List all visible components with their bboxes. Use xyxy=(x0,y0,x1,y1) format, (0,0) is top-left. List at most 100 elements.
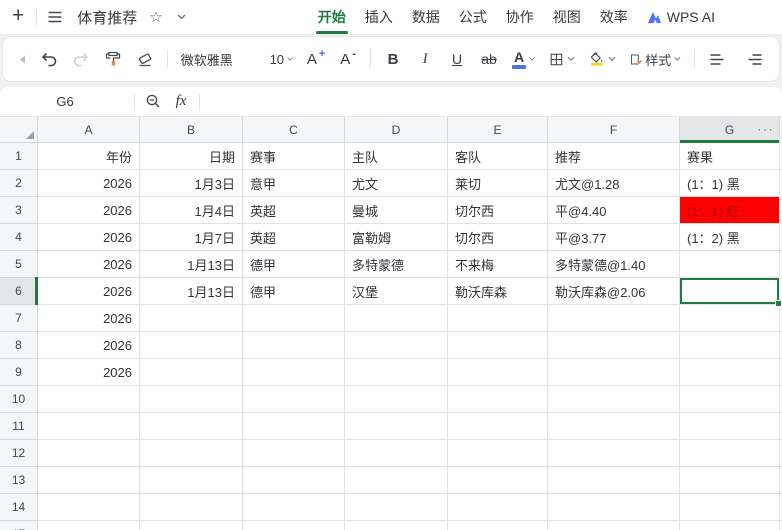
cell-G14[interactable] xyxy=(680,494,780,521)
cell-A4[interactable]: 2026 xyxy=(38,224,140,251)
cell-E9[interactable] xyxy=(448,359,548,386)
redo-button[interactable] xyxy=(67,43,95,75)
cell-D4[interactable]: 富勒姆 xyxy=(345,224,448,251)
increase-font-button[interactable]: A + xyxy=(302,43,330,75)
cell-C7[interactable] xyxy=(243,305,345,332)
cell-D10[interactable] xyxy=(345,386,448,413)
cell-G10[interactable] xyxy=(680,386,780,413)
cell-G11[interactable] xyxy=(680,413,780,440)
align-center-button[interactable] xyxy=(741,43,769,75)
font-color-button[interactable]: A xyxy=(507,43,540,75)
row-header-1[interactable]: 1 xyxy=(0,143,38,170)
column-more-icon[interactable]: ··· xyxy=(757,120,774,136)
eraser-button[interactable] xyxy=(131,43,159,75)
cell-A5[interactable]: 2026 xyxy=(38,251,140,278)
decrease-font-button[interactable]: A- xyxy=(334,43,362,75)
cell-A7[interactable]: 2026 xyxy=(38,305,140,332)
row-header-4[interactable]: 4 xyxy=(0,224,38,251)
cell-F10[interactable] xyxy=(548,386,680,413)
cell-G8[interactable] xyxy=(680,332,780,359)
tab-view[interactable]: 视图 xyxy=(553,0,581,34)
cell-E7[interactable] xyxy=(448,305,548,332)
cell-B15[interactable] xyxy=(140,521,243,530)
cell-B11[interactable] xyxy=(140,413,243,440)
cell-C11[interactable] xyxy=(243,413,345,440)
cell-B10[interactable] xyxy=(140,386,243,413)
cell-A13[interactable] xyxy=(38,467,140,494)
align-left-button[interactable] xyxy=(703,43,731,75)
column-header-C[interactable]: C xyxy=(243,117,345,143)
column-header-E[interactable]: E xyxy=(448,117,548,143)
row-header-15[interactable]: 15 xyxy=(0,521,38,530)
cell-G4[interactable]: (1：2) 黑 xyxy=(680,224,780,251)
cell-G1[interactable]: 赛果 xyxy=(680,143,780,170)
bold-button[interactable]: B xyxy=(379,43,407,75)
cell-A14[interactable] xyxy=(38,494,140,521)
row-header-6[interactable]: 6 xyxy=(0,277,38,305)
cell-G15[interactable] xyxy=(680,521,780,530)
cell-B1[interactable]: 日期 xyxy=(140,143,243,170)
font-size-select[interactable]: 10 xyxy=(265,43,299,75)
cell-G9[interactable] xyxy=(680,359,780,386)
favorite-button[interactable]: ☆ xyxy=(145,8,166,27)
cell-G13[interactable] xyxy=(680,467,780,494)
cell-D12[interactable] xyxy=(345,440,448,467)
row-header-8[interactable]: 8 xyxy=(0,332,38,359)
cell-E2[interactable]: 莱切 xyxy=(448,170,548,197)
cell-D3[interactable]: 曼城 xyxy=(345,197,448,224)
cell-A1[interactable]: 年份 xyxy=(38,143,140,170)
cell-E14[interactable] xyxy=(448,494,548,521)
column-header-F[interactable]: F xyxy=(548,117,680,143)
cell-C5[interactable]: 德甲 xyxy=(243,251,345,278)
cell-E10[interactable] xyxy=(448,386,548,413)
cell-G6[interactable] xyxy=(680,278,782,307)
cell-styles-button[interactable]: 样式 xyxy=(625,43,687,75)
cell-E15[interactable] xyxy=(448,521,548,530)
column-header-A[interactable]: A xyxy=(38,117,140,143)
cell-B5[interactable]: 1月13日 xyxy=(140,251,243,278)
cell-C13[interactable] xyxy=(243,467,345,494)
cell-A12[interactable] xyxy=(38,440,140,467)
cell-A15[interactable] xyxy=(38,521,140,530)
cell-B13[interactable] xyxy=(140,467,243,494)
format-painter-button[interactable] xyxy=(99,43,127,75)
cell-A3[interactable]: 2026 xyxy=(38,197,140,224)
insert-function-button[interactable]: fx xyxy=(167,86,195,118)
fill-handle[interactable] xyxy=(775,300,782,307)
cell-D2[interactable]: 尤文 xyxy=(345,170,448,197)
row-header-9[interactable]: 9 xyxy=(0,359,38,386)
cell-B4[interactable]: 1月7日 xyxy=(140,224,243,251)
cell-F4[interactable]: 平@3.77 xyxy=(548,224,680,251)
cell-B2[interactable]: 1月3日 xyxy=(140,170,243,197)
row-header-11[interactable]: 11 xyxy=(0,413,38,440)
cell-F6[interactable]: 勒沃库森@2.06 xyxy=(548,278,680,305)
font-name-select[interactable]: 微软雅黑 xyxy=(176,43,261,75)
column-header-B[interactable]: B xyxy=(140,117,243,143)
cell-G2[interactable]: (1：1) 黑 xyxy=(680,170,780,197)
row-header-12[interactable]: 12 xyxy=(0,440,38,467)
cell-A8[interactable]: 2026 xyxy=(38,332,140,359)
cell-A9[interactable]: 2026 xyxy=(38,359,140,386)
borders-button[interactable] xyxy=(544,43,580,75)
cell-C15[interactable] xyxy=(243,521,345,530)
cell-F7[interactable] xyxy=(548,305,680,332)
cell-B12[interactable] xyxy=(140,440,243,467)
tab-collaboration[interactable]: 协作 xyxy=(506,0,534,34)
row-header-10[interactable]: 10 xyxy=(0,386,38,413)
cell-C2[interactable]: 意甲 xyxy=(243,170,345,197)
cell-F13[interactable] xyxy=(548,467,680,494)
cell-F9[interactable] xyxy=(548,359,680,386)
underline-button[interactable]: U xyxy=(443,43,471,75)
cell-A11[interactable] xyxy=(38,413,140,440)
cell-E12[interactable] xyxy=(448,440,548,467)
cell-F15[interactable] xyxy=(548,521,680,530)
cell-F14[interactable] xyxy=(548,494,680,521)
cell-D9[interactable] xyxy=(345,359,448,386)
title-menu-button[interactable] xyxy=(173,12,190,22)
cell-E1[interactable]: 客队 xyxy=(448,143,548,170)
cell-B8[interactable] xyxy=(140,332,243,359)
cell-A6[interactable]: 2026 xyxy=(38,278,140,305)
cell-B7[interactable] xyxy=(140,305,243,332)
cell-D15[interactable] xyxy=(345,521,448,530)
cell-C10[interactable] xyxy=(243,386,345,413)
